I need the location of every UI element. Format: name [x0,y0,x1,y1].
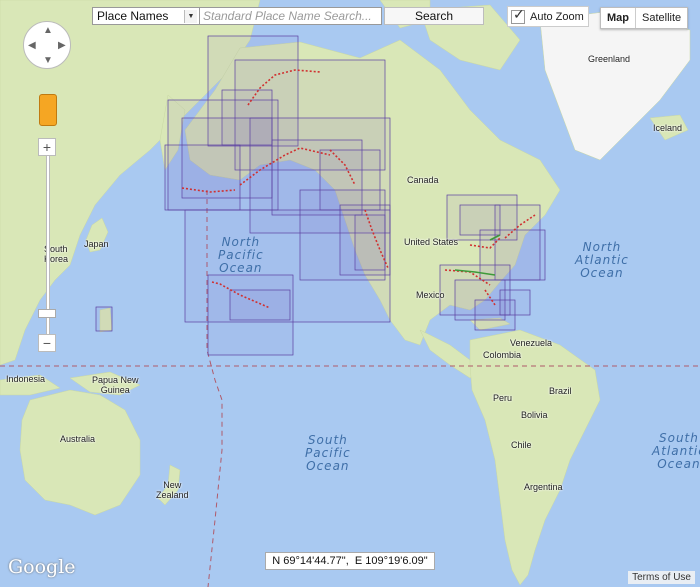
place-label-peru: Peru [493,393,513,403]
place-label-united-states: United States [404,237,459,247]
pan-control[interactable]: ▲ ▼ ◀ ▶ [23,21,71,69]
place-label-new-zealand: New Zealand [156,480,189,500]
street-view-pegman-icon[interactable] [39,94,57,126]
map-tiles [0,0,700,587]
place-label-colombia: Colombia [483,350,522,360]
place-label-australia: Australia [60,434,96,444]
place-label-iceland: Iceland [653,123,683,133]
coordinate-separator: , [345,555,349,567]
map-type-control: Map Satellite [600,7,689,29]
place-label-papua-new-guinea: Papua New Guinea [92,375,139,395]
pan-down-icon[interactable]: ▼ [43,55,53,66]
place-label-canada: Canada [407,175,439,185]
place-label-indonesia: Indonesia [6,374,46,384]
place-label-argentina: Argentina [524,482,563,492]
auto-zoom-label: Auto Zoom [530,10,584,23]
google-logo[interactable]: Google [8,556,76,578]
auto-zoom-checkbox[interactable]: ✓ [511,6,525,24]
place-label-japan: Japan [84,239,109,249]
place-search-input[interactable]: Standard Place Name Search... [200,7,382,25]
pan-right-icon[interactable]: ▶ [58,40,66,51]
pan-left-icon[interactable]: ◀ [28,40,36,51]
ocean-label-north-atlantic: North Atlantic Ocean [575,240,629,280]
place-label-venezuela: Venezuela [510,338,553,348]
ocean-label-south-pacific: South Pacific Ocean [305,433,351,473]
ocean-label-south-atlantic: South Atlantic Ocean [652,431,700,471]
place-label-chile: Chile [511,440,532,450]
place-label-bolivia: Bolivia [521,410,548,420]
ocean-label-north-pacific: North Pacific Ocean [218,235,264,275]
place-type-select[interactable]: Place Names ▼ [92,7,200,25]
auto-zoom-toggle[interactable]: ✓ Auto Zoom [507,6,589,27]
coordinate-readout: N 69°14'44.77", E 109°19'6.09" [265,552,435,570]
zoom-slider-track[interactable] [46,156,50,334]
place-label-mexico: Mexico [416,290,445,300]
terms-of-use-link[interactable]: Terms of Use [628,571,695,584]
map-type-satellite-button[interactable]: Satellite [636,8,687,28]
map-canvas[interactable]: North Pacific Ocean North Atlantic Ocean… [0,0,700,587]
zoom-in-button[interactable]: + [38,138,56,156]
place-type-select-value: Place Names [97,9,169,23]
map-type-map-button[interactable]: Map [601,8,635,28]
zoom-slider-thumb[interactable] [38,309,56,318]
place-label-greenland: Greenland [588,54,631,64]
longitude-text: E 109°19'6.09" [354,555,428,567]
zoom-out-button[interactable]: − [38,334,56,352]
latitude-text: N 69°14'44.77" [272,555,346,567]
search-toolbar: Place Names ▼ Standard Place Name Search… [92,7,484,27]
checkmark-icon: ✓ [513,5,525,22]
pan-up-icon[interactable]: ▲ [43,25,53,36]
place-label-brazil: Brazil [549,386,572,396]
chevron-down-icon: ▼ [184,10,197,23]
search-button[interactable]: Search [384,7,484,25]
